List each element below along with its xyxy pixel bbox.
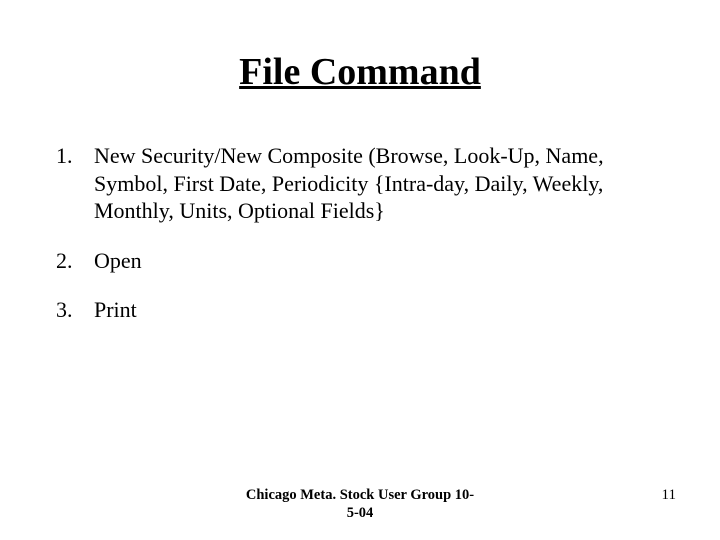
list-item: New Security/New Composite (Browse, Look… bbox=[48, 142, 672, 225]
slide-title: File Command bbox=[48, 50, 672, 94]
slide: File Command New Security/New Composite … bbox=[0, 0, 720, 540]
list-item: Open bbox=[48, 247, 672, 275]
command-list: New Security/New Composite (Browse, Look… bbox=[48, 142, 672, 324]
list-item: Print bbox=[48, 296, 672, 324]
footer-text: Chicago Meta. Stock User Group 10- 5-04 bbox=[246, 487, 474, 522]
footer: Chicago Meta. Stock User Group 10- 5-04 … bbox=[0, 487, 720, 522]
page-number: 11 bbox=[662, 487, 676, 504]
